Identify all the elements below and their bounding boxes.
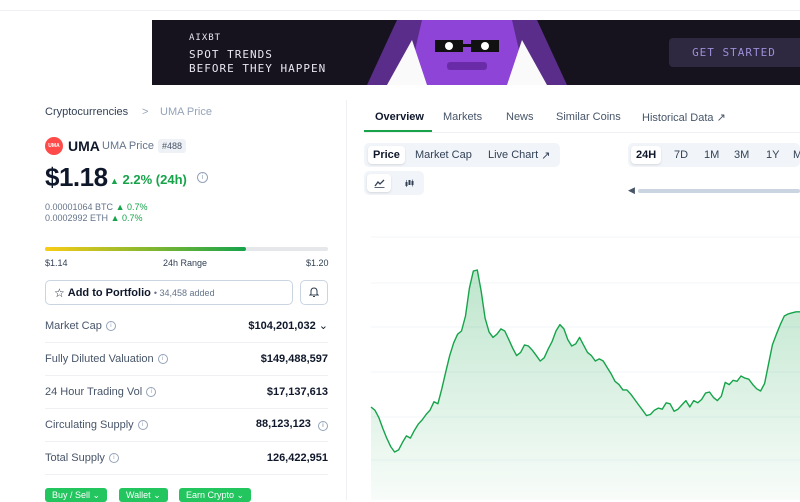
price-area-fill: [371, 270, 800, 500]
price-chart: [370, 236, 800, 500]
